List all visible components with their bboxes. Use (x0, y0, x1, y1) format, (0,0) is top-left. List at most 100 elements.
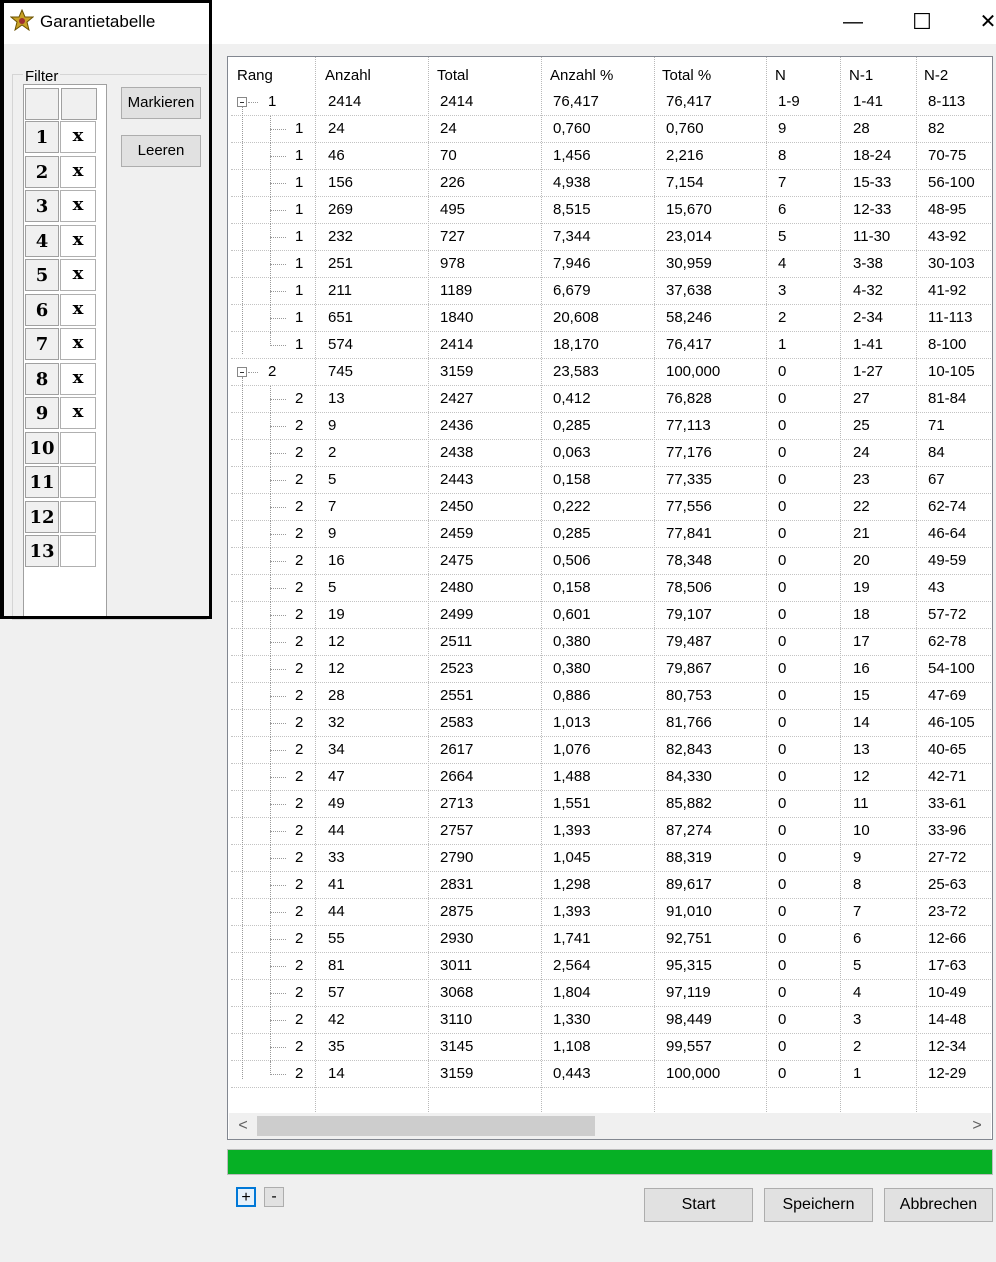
filter-row[interactable]: 7x (24, 328, 98, 362)
table-row[interactable]: 2 55 2930 1,741 92,751 0 6 12-66 (228, 926, 992, 953)
table-row[interactable]: 2 28 2551 0,886 80,753 0 15 47-69 (228, 683, 992, 710)
filter-row[interactable]: 12 (24, 500, 98, 535)
save-button[interactable]: Speichern (764, 1188, 873, 1222)
filter-row[interactable]: 8x (24, 362, 98, 397)
tree-group-row[interactable]: 2 745 3159 23,583 100,000 0 1-27 10-105 (228, 359, 992, 386)
filter-row-mark[interactable]: x (60, 293, 96, 326)
filter-row-mark[interactable]: x (60, 224, 96, 257)
filter-row-mark[interactable] (60, 431, 96, 464)
table-row[interactable]: 2 81 3011 2,564 95,315 0 5 17-63 (228, 953, 992, 980)
table-row[interactable]: 2 57 3068 1,804 97,119 0 4 10-49 (228, 980, 992, 1007)
maximize-button[interactable]: ☐ (902, 8, 942, 36)
filter-row-mark[interactable] (60, 466, 96, 498)
filter-row-number[interactable]: 12 (25, 500, 59, 533)
clear-button[interactable]: Leeren (121, 135, 201, 167)
table-row[interactable]: 2 2 2438 0,063 77,176 0 24 84 (228, 440, 992, 467)
filter-row[interactable]: 3x (24, 190, 98, 224)
table-row[interactable]: 1 651 1840 20,608 58,246 2 2-34 11-113 (228, 305, 992, 332)
column-header[interactable]: Anzahl (325, 67, 371, 84)
table-row[interactable]: 2 44 2875 1,393 91,010 0 7 23-72 (228, 899, 992, 926)
filter-row-mark[interactable]: x (60, 259, 96, 291)
filter-row[interactable]: 2x (24, 155, 98, 190)
filter-row-number[interactable]: 6 (25, 293, 59, 326)
filter-row[interactable]: 1x (24, 121, 98, 155)
filter-row-number[interactable]: 11 (25, 466, 59, 498)
filter-row-number[interactable]: 3 (25, 190, 59, 222)
filter-row[interactable]: 6x (24, 293, 98, 328)
column-header[interactable]: Rang (237, 67, 273, 84)
table-row[interactable]: 2 13 2427 0,412 76,828 0 27 81-84 (228, 386, 992, 413)
filter-row-mark[interactable] (60, 500, 96, 533)
filter-row-number[interactable]: 2 (25, 155, 59, 188)
table-row[interactable]: 2 35 3145 1,108 99,557 0 2 12-34 (228, 1034, 992, 1061)
filter-row-number[interactable]: 9 (25, 397, 59, 429)
column-header[interactable]: N-1 (849, 67, 873, 84)
tree-group-row[interactable]: 1 2414 2414 76,417 76,417 1-9 1-41 8-113 (228, 89, 992, 116)
table-row[interactable]: 2 7 2450 0,222 77,556 0 22 62-74 (228, 494, 992, 521)
table-row[interactable]: 2 5 2443 0,158 77,335 0 23 67 (228, 467, 992, 494)
filter-row-mark[interactable] (60, 535, 96, 567)
scrollbar-thumb[interactable] (257, 1116, 595, 1136)
filter-row-number[interactable]: 8 (25, 362, 59, 395)
table-row[interactable]: 2 41 2831 1,298 89,617 0 8 25-63 (228, 872, 992, 899)
table-row[interactable]: 2 16 2475 0,506 78,348 0 20 49-59 (228, 548, 992, 575)
table-row[interactable]: 2 9 2436 0,285 77,113 0 25 71 (228, 413, 992, 440)
filter-row-mark[interactable]: x (60, 362, 96, 395)
filter-row-number[interactable]: 7 (25, 328, 59, 360)
column-header[interactable]: Total % (662, 67, 711, 84)
table-row[interactable]: 1 269 495 8,515 15,670 6 12-33 48-95 (228, 197, 992, 224)
table-row[interactable]: 2 14 3159 0,443 100,000 0 1 12-29 (228, 1061, 992, 1088)
filter-row[interactable]: 10 (24, 431, 98, 466)
table-row[interactable]: 2 32 2583 1,013 81,766 0 14 46-105 (228, 710, 992, 737)
results-tree-table[interactable]: < > Rang Anzahl Total Anzahl % Total % N N-1 N-… (227, 56, 993, 1140)
column-header[interactable]: N-2 (924, 67, 948, 84)
filter-row[interactable]: 4x (24, 224, 98, 259)
table-row[interactable]: 2 9 2459 0,285 77,841 0 21 46-64 (228, 521, 992, 548)
filter-row-number[interactable]: 4 (25, 224, 59, 257)
filter-row-mark[interactable]: x (60, 190, 96, 222)
table-row[interactable]: 2 19 2499 0,601 79,107 0 18 57-72 (228, 602, 992, 629)
table-row[interactable]: 2 34 2617 1,076 82,843 0 13 40-65 (228, 737, 992, 764)
table-row[interactable]: 2 33 2790 1,045 88,319 0 9 27-72 (228, 845, 992, 872)
filter-row-mark[interactable]: x (60, 397, 96, 429)
column-header[interactable]: Total (437, 67, 469, 84)
table-row[interactable]: 1 251 978 7,946 30,959 4 3-38 30-103 (228, 251, 992, 278)
table-row[interactable]: 2 47 2664 1,488 84,330 0 12 42-71 (228, 764, 992, 791)
column-header[interactable]: N (775, 67, 786, 84)
collapse-node-icon[interactable] (237, 367, 247, 377)
horizontal-scrollbar[interactable]: < > (229, 1113, 991, 1139)
minimize-button[interactable]: — (833, 8, 873, 36)
table-row[interactable]: 1 574 2414 18,170 76,417 1 1-41 8-100 (228, 332, 992, 359)
mark-button[interactable]: Markieren (121, 87, 201, 119)
collapse-all-button[interactable]: - (264, 1187, 284, 1207)
table-row[interactable]: 1 156 226 4,938 7,154 7 15-33 56-100 (228, 170, 992, 197)
table-row[interactable]: 1 46 70 1,456 2,216 8 18-24 70-75 (228, 143, 992, 170)
close-button[interactable]: ✕ (968, 8, 996, 36)
filter-row-mark[interactable]: x (60, 328, 96, 360)
table-row[interactable]: 2 12 2523 0,380 79,867 0 16 54-100 (228, 656, 992, 683)
filter-row-number[interactable]: 5 (25, 259, 59, 291)
table-row[interactable]: 2 49 2713 1,551 85,882 0 11 33-61 (228, 791, 992, 818)
filter-row[interactable]: 9x (24, 397, 98, 431)
table-row[interactable]: 1 232 727 7,344 23,014 5 11-30 43-92 (228, 224, 992, 251)
scroll-right-arrow[interactable]: > (965, 1115, 989, 1137)
start-button[interactable]: Start (644, 1188, 753, 1222)
filter-row[interactable]: 11 (24, 466, 98, 500)
filter-row-mark[interactable]: x (60, 121, 96, 153)
filter-row-number[interactable]: 1 (25, 121, 59, 153)
filter-row-number[interactable]: 10 (25, 431, 59, 464)
filter-row[interactable]: 5x (24, 259, 98, 293)
filter-grid[interactable]: 1 x 2 x 3 x 4 x 5 x 6 x 7 x 8 x 9 x 10 11 12 13 (23, 84, 107, 618)
table-row[interactable]: 2 42 3110 1,330 98,449 0 3 14-48 (228, 1007, 992, 1034)
column-header[interactable]: Anzahl % (550, 67, 613, 84)
table-row[interactable]: 1 24 24 0,760 0,760 9 28 82 (228, 116, 992, 143)
table-row[interactable]: 2 44 2757 1,393 87,274 0 10 33-96 (228, 818, 992, 845)
filter-row[interactable]: 13 (24, 535, 98, 569)
collapse-node-icon[interactable] (237, 97, 247, 107)
table-row[interactable]: 1 211 1189 6,679 37,638 3 4-32 41-92 (228, 278, 992, 305)
table-row[interactable]: 2 12 2511 0,380 79,487 0 17 62-78 (228, 629, 992, 656)
expand-all-button[interactable]: + (236, 1187, 256, 1207)
scroll-left-arrow[interactable]: < (231, 1115, 255, 1137)
filter-row-mark[interactable]: x (60, 155, 96, 188)
table-row[interactable]: 2 5 2480 0,158 78,506 0 19 43 (228, 575, 992, 602)
